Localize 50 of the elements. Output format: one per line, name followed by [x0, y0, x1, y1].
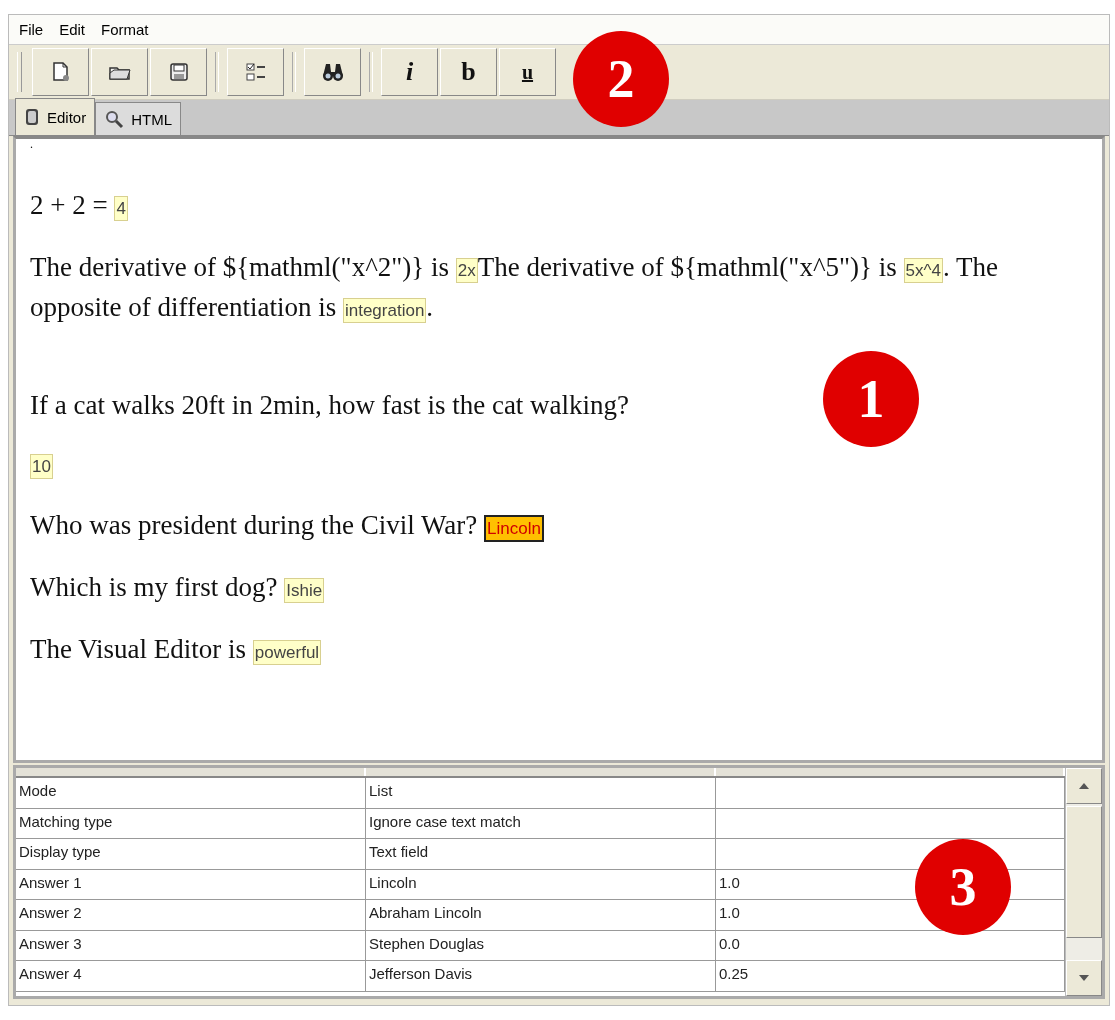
scrollbar[interactable]	[1065, 768, 1102, 996]
menu-item[interactable]: Edit	[53, 21, 92, 38]
answer-field[interactable]: integration	[342, 298, 427, 323]
list-button[interactable]	[227, 48, 284, 96]
question-paragraph: Which is my first dog? Ishie	[30, 571, 325, 605]
menu-item[interactable]: File	[13, 21, 50, 38]
table-cell: List	[366, 778, 716, 808]
answer-field[interactable]: Lincoln	[484, 515, 544, 542]
text-cursor-mark: .	[30, 139, 34, 153]
table-cell: Ignore case text match	[366, 808, 716, 838]
magnifier-icon	[104, 109, 125, 129]
answer-field[interactable]: 5x^4	[903, 258, 943, 283]
answer-field[interactable]: 10	[30, 454, 53, 479]
answer-field[interactable]: 4	[114, 196, 128, 221]
table-cell: Matching type	[16, 808, 366, 838]
tab[interactable]: HTML	[95, 102, 182, 135]
menu-item[interactable]: Format	[95, 21, 155, 38]
new-document-icon	[50, 61, 71, 83]
down-arrow-icon	[1079, 975, 1089, 981]
question-paragraph: 2 + 2 = 4	[30, 189, 128, 223]
table-cell: Stephen Douglas	[366, 930, 716, 960]
table-cell: Answer 4	[16, 961, 366, 991]
table-cell: Answer 1	[16, 869, 366, 899]
binoculars-icon	[320, 62, 345, 82]
italic-button[interactable]: i	[381, 48, 438, 96]
answer-field[interactable]: 2x	[455, 258, 478, 283]
table-cell: Abraham Lincoln	[366, 900, 716, 930]
question-paragraph: The derivative of ${mathml("x^2")} is 2xThe derivative of ${mathml("x^5")} is 5x^4. The opposite of differentiation is integration.	[30, 251, 999, 325]
question-paragraph: If a cat walks 20ft in 2min, how fast is the cat walking?	[30, 389, 630, 422]
answer-field[interactable]: Ishie	[284, 578, 325, 603]
question-paragraph: Who was president during the Civil War? Lincoln	[30, 507, 544, 547]
up-arrow-icon	[1079, 783, 1089, 789]
table-cell: Mode	[16, 778, 366, 808]
find-button[interactable]	[304, 48, 361, 96]
book-icon	[24, 108, 40, 126]
new-button[interactable]	[32, 48, 89, 96]
table-cell: Lincoln	[366, 869, 716, 899]
table-cell: Jefferson Davis	[366, 961, 716, 991]
underline-button[interactable]: u	[499, 48, 556, 96]
table-cell: Answer 3	[16, 930, 366, 960]
bold-button[interactable]: b	[440, 48, 497, 96]
save-button[interactable]	[150, 48, 207, 96]
answer-field[interactable]: powerful	[252, 640, 322, 665]
table-cell: Text field	[366, 839, 716, 869]
table-cell: Answer 2	[16, 900, 366, 930]
open-button[interactable]	[91, 48, 148, 96]
question-paragraph: The Visual Editor is powerful	[30, 633, 322, 667]
checklist-icon	[244, 61, 267, 83]
table-cell: Display type	[16, 839, 366, 869]
tab[interactable]: Editor	[15, 98, 96, 135]
